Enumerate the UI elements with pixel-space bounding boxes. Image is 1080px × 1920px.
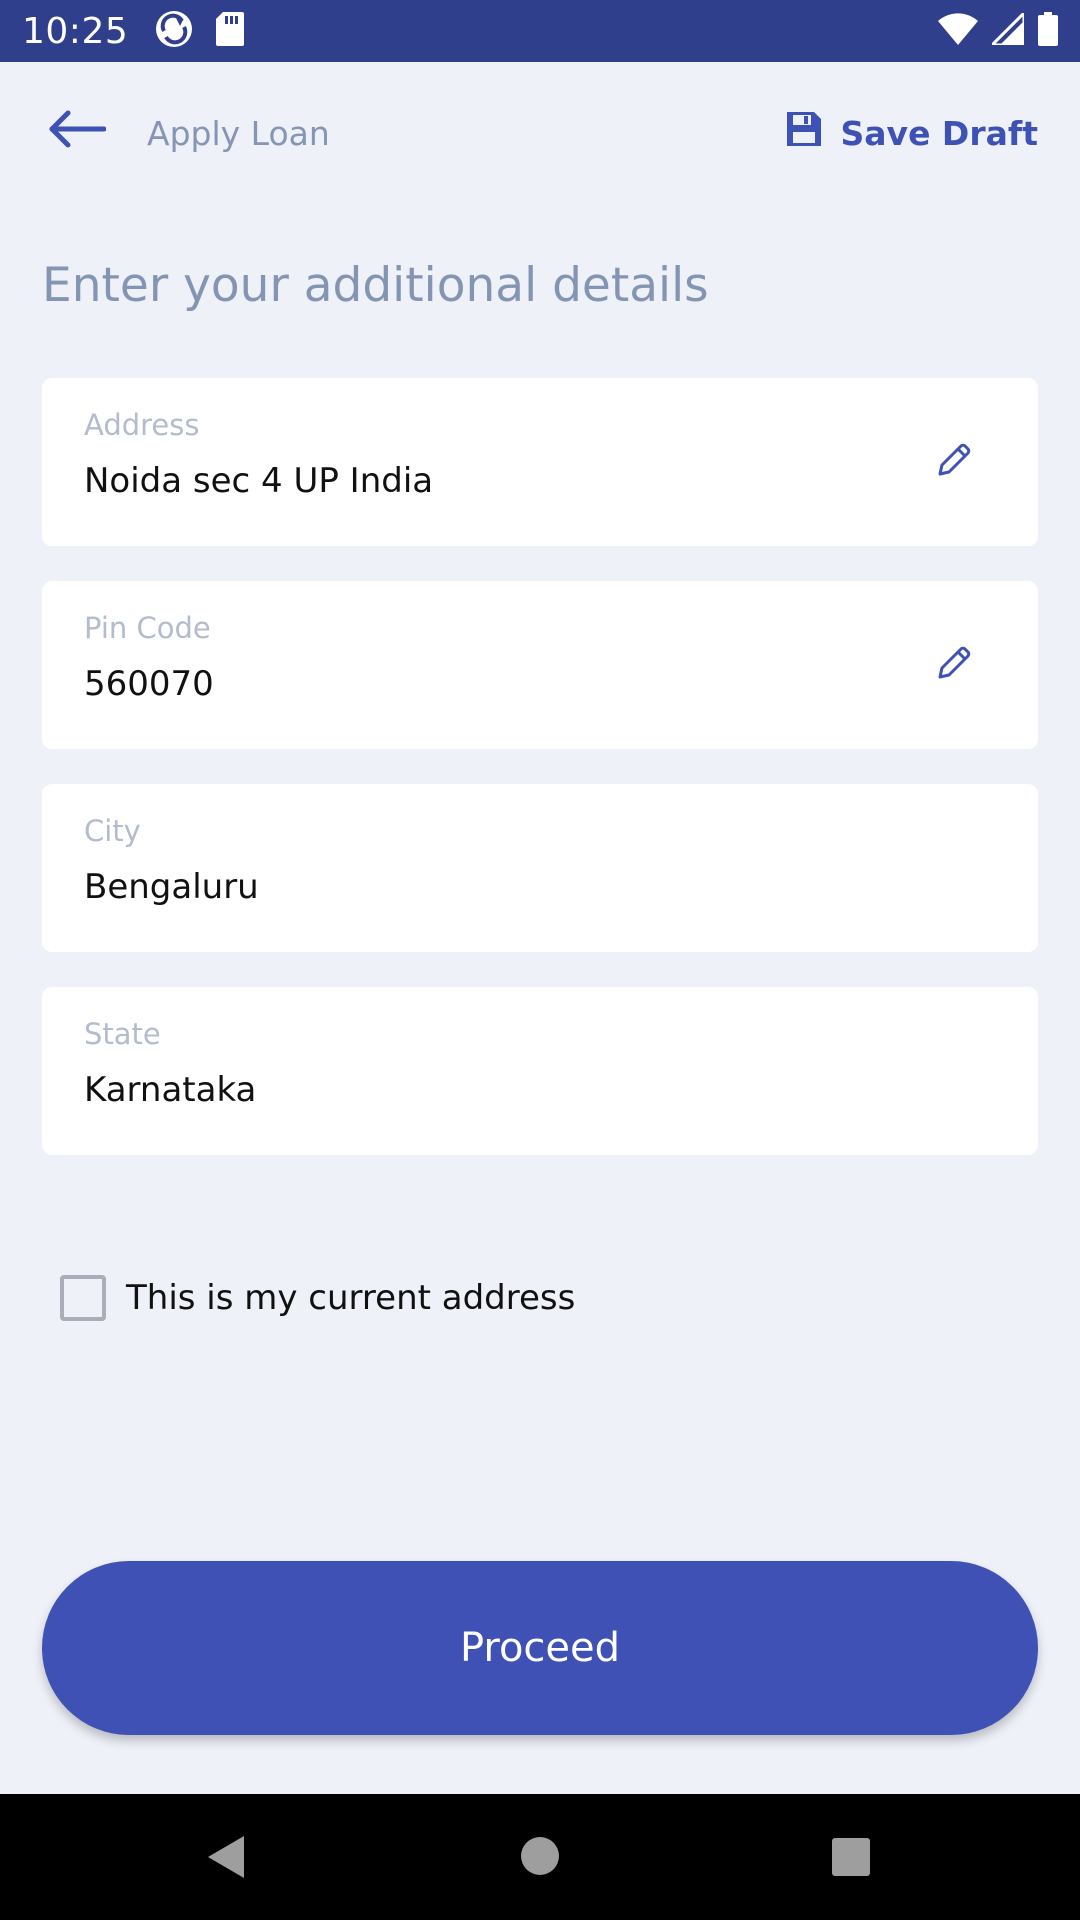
city-field: City Bengaluru: [42, 784, 1038, 952]
signal-icon: [988, 9, 1026, 49]
status-system-icons: [938, 9, 1058, 50]
sync-app-icon: [154, 9, 194, 53]
state-value: Karnataka: [84, 1070, 257, 1110]
sd-card-icon: [216, 12, 245, 50]
edit-pin-code-button[interactable]: [934, 643, 974, 683]
current-address-row[interactable]: This is my current address: [60, 1275, 575, 1321]
city-label: City: [84, 814, 141, 848]
address-label: Address: [84, 408, 200, 442]
arrow-left-icon: [46, 109, 107, 153]
pin-code-label: Pin Code: [84, 611, 211, 645]
state-label: State: [84, 1017, 161, 1051]
current-address-checkbox[interactable]: [60, 1275, 106, 1321]
edit-address-button[interactable]: [934, 440, 974, 480]
system-navigation-bar: [0, 1794, 1080, 1920]
address-value: Noida sec 4 UP India: [84, 461, 434, 501]
status-bar: 10:25: [0, 0, 1080, 62]
status-notification-icons: [154, 9, 245, 53]
back-triangle-icon[interactable]: [206, 1834, 246, 1884]
home-circle-icon[interactable]: [520, 1836, 560, 1880]
city-value: Bengaluru: [84, 867, 259, 907]
back-button[interactable]: [40, 106, 112, 156]
proceed-button[interactable]: Proceed: [42, 1561, 1038, 1735]
battery-icon: [1038, 12, 1058, 50]
pencil-icon: [938, 646, 971, 679]
state-field: State Karnataka: [42, 987, 1038, 1155]
floppy-disk-icon: [785, 110, 823, 156]
save-draft-button[interactable]: Save Draft: [785, 110, 1038, 156]
proceed-label: Proceed: [459, 1625, 621, 1671]
pin-code-field[interactable]: Pin Code 560070: [42, 581, 1038, 749]
pencil-icon: [938, 443, 971, 476]
status-time: 10:25: [22, 10, 129, 52]
address-field[interactable]: Address Noida sec 4 UP India: [42, 378, 1038, 546]
top-app-bar: Apply Loan Save Draft: [0, 62, 1080, 210]
save-draft-label: Save Draft: [840, 113, 1038, 153]
pin-code-value: 560070: [84, 664, 214, 704]
page-heading: Enter your additional details: [42, 258, 709, 313]
app-bar-title: Apply Loan: [147, 114, 330, 153]
current-address-label: This is my current address: [126, 1278, 576, 1318]
loan-application-screen: 10:25 Apply Loan Save Draft Enter your a…: [0, 0, 1080, 1920]
wifi-icon: [938, 13, 978, 49]
recents-square-icon[interactable]: [831, 1837, 871, 1881]
